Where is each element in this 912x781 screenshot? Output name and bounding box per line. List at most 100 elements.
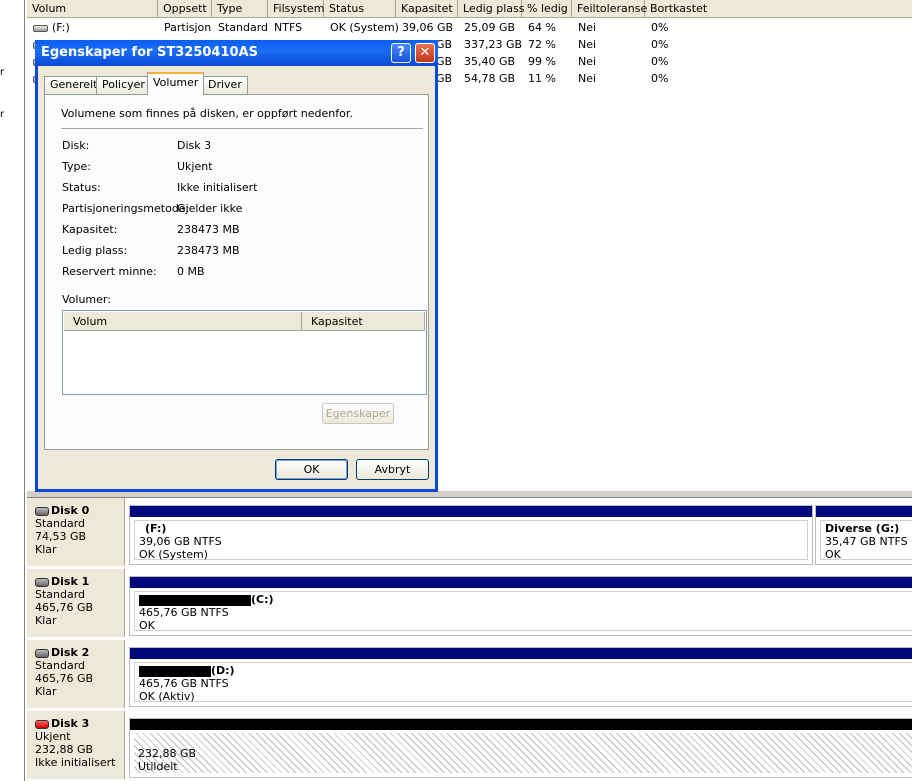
disk-properties-dialog[interactable]: Egenskaper for ST3250410AS ? ✕ Generelt … (35, 40, 438, 492)
partition-name: (C:) (251, 593, 274, 606)
pct-free-cell: 72 % (528, 38, 556, 51)
ok-button[interactable]: OK (275, 459, 348, 480)
partition-d[interactable]: (D:) 465,76 GB NTFS OK (Aktiv) (129, 647, 912, 707)
unallocated-region[interactable]: 232,88 GB Utildelt (129, 718, 912, 778)
unallocated-status: Utildelt (138, 760, 178, 773)
col-header-kapasitet[interactable]: Kapasitet (396, 0, 458, 18)
table-row[interactable]: (F:) Partisjon Standard NTFS OK (System)… (27, 19, 912, 36)
tab-policyer[interactable]: Policyer (96, 76, 151, 94)
partition-f[interactable]: (F:) 39,06 GB NTFS OK (System) (129, 505, 813, 565)
help-button[interactable]: ? (391, 43, 411, 63)
partition-status: OK (139, 619, 155, 632)
pct-free-cell: 64 % (528, 21, 556, 34)
disk-type: Standard (35, 588, 86, 601)
partition-name: (F:) (145, 522, 167, 535)
left-pane-edge: r r (0, 0, 25, 781)
partition-status: OK (System) (139, 548, 208, 561)
disk-row-0[interactable]: Disk 0 Standard 74,53 GB Klar (F:) 39,06… (27, 498, 912, 567)
disk-size: 74,53 GB (35, 530, 87, 543)
unallocated-size: 232,88 GB (138, 747, 197, 760)
col-header-ledig-plass[interactable]: Ledig plass (458, 0, 524, 18)
tab-driver[interactable]: Driver (202, 76, 248, 94)
redacted-label (139, 665, 211, 677)
prop-label-status: Status: (62, 181, 101, 194)
col-header-type[interactable]: Type (212, 0, 268, 18)
col-header-oppsett[interactable]: Oppsett (158, 0, 212, 18)
prop-value-partition-style: Gjelder ikke (177, 202, 243, 215)
prop-value-status: Ikke initialisert (177, 181, 258, 194)
partition-name: Diverse (G:) (825, 522, 900, 535)
prop-label-partition-style: Partisjoneringsmetode: (62, 202, 190, 215)
volumes-col-kapasitet[interactable]: Kapasitet (302, 312, 425, 331)
partition-size: 465,76 GB NTFS (139, 677, 229, 690)
prop-value-reserved: 0 MB (177, 265, 205, 278)
disk-error-icon (35, 719, 49, 729)
status-cell: OK (System) (330, 21, 399, 34)
volumes-listview[interactable]: Volum Kapasitet (62, 310, 427, 395)
capacity-cell: 39,06 GB (402, 21, 454, 34)
disk-label[interactable]: Disk 0 Standard 74,53 GB Klar (27, 498, 125, 566)
disk-type: Ukjent (35, 730, 71, 743)
free-space-cell: 337,23 GB (464, 38, 523, 51)
unallocated-bar (130, 719, 912, 730)
col-header-volum[interactable]: Volum (27, 0, 158, 18)
unallocated-body: 232,88 GB Utildelt (134, 733, 912, 773)
left-pane-fragment: r (0, 67, 5, 78)
partition-g[interactable]: Diverse (G:) 35,47 GB NTFS OK (815, 505, 912, 565)
volume-cell: (F:) (27, 19, 70, 36)
dialog-titlebar[interactable]: Egenskaper for ST3250410AS ? ✕ (35, 40, 438, 66)
close-button[interactable]: ✕ (415, 43, 435, 63)
disk-type: Standard (35, 517, 86, 530)
overhead-cell: 0% (651, 55, 669, 68)
tab-generelt[interactable]: Generelt (44, 76, 104, 94)
redacted-label (139, 594, 251, 606)
disk-state: Klar (35, 614, 57, 627)
disk-size: 465,76 GB (35, 601, 94, 614)
disk-label[interactable]: Disk 2 Standard 465,76 GB Klar (27, 640, 125, 708)
partition-body: (C:) 465,76 GB NTFS OK (134, 591, 912, 632)
col-header-bortkastet[interactable]: Bortkastet (645, 0, 912, 18)
col-header-status[interactable]: Status (324, 0, 396, 18)
tab-volumer[interactable]: Volumer (147, 72, 205, 95)
volumes-col-volum[interactable]: Volum (64, 312, 302, 331)
partition-body: Diverse (G:) 35,47 GB NTFS OK (820, 520, 912, 561)
partition-bar (130, 648, 912, 659)
cancel-button[interactable]: Avbryt (356, 459, 429, 480)
volumes-label: Volumer: (62, 293, 111, 306)
prop-label-capacity: Kapasitet: (62, 223, 118, 236)
disk-graphical-view[interactable]: Disk 0 Standard 74,53 GB Klar (F:) 39,06… (27, 498, 912, 781)
disk-name: Disk 1 (51, 575, 90, 588)
col-header-filsystem[interactable]: Filsystem (268, 0, 324, 18)
disk-state: Klar (35, 685, 57, 698)
partition-status: OK (825, 548, 841, 561)
col-header-feiltoleranse[interactable]: Feiltoleranse (572, 0, 647, 18)
disk-icon (35, 577, 49, 587)
dialog-title: Egenskaper for ST3250410AS (41, 45, 258, 60)
disk-state: Ikke initialisert (35, 756, 116, 769)
col-header-pct-ledig[interactable]: % ledig (522, 0, 572, 18)
disk-name: Disk 3 (51, 717, 90, 730)
disk-size: 232,88 GB (35, 743, 94, 756)
partition-bar (130, 577, 912, 588)
disk-label[interactable]: Disk 3 Ukjent 232,88 GB Ikke initialiser… (27, 711, 125, 779)
disk-label[interactable]: Disk 1 Standard 465,76 GB Klar (27, 569, 125, 637)
prop-value-free-space: 238473 MB (177, 244, 240, 257)
type-cell: Standard (218, 21, 269, 34)
partition-c[interactable]: (C:) 465,76 GB NTFS OK (129, 576, 912, 636)
properties-button[interactable]: Egenskaper (322, 403, 394, 424)
partition-bar (816, 506, 912, 517)
partition-name: (D:) (211, 664, 235, 677)
pct-free-cell: 99 % (528, 55, 556, 68)
overhead-cell: 0% (651, 38, 669, 51)
prop-label-type: Type: (62, 160, 91, 173)
partition-status: OK (Aktiv) (139, 690, 195, 703)
fault-tolerance-cell: Nei (578, 55, 597, 68)
disk-size: 465,76 GB (35, 672, 94, 685)
disk-row-1[interactable]: Disk 1 Standard 465,76 GB Klar (C:) 465,… (27, 569, 912, 638)
disk-name: Disk 0 (51, 504, 90, 517)
partition-body: (F:) 39,06 GB NTFS OK (System) (134, 520, 808, 561)
fault-tolerance-cell: Nei (578, 21, 597, 34)
disk-row-3[interactable]: Disk 3 Ukjent 232,88 GB Ikke initialiser… (27, 711, 912, 780)
partition-size: 465,76 GB NTFS (139, 606, 229, 619)
disk-row-2[interactable]: Disk 2 Standard 465,76 GB Klar (D:) 465,… (27, 640, 912, 709)
